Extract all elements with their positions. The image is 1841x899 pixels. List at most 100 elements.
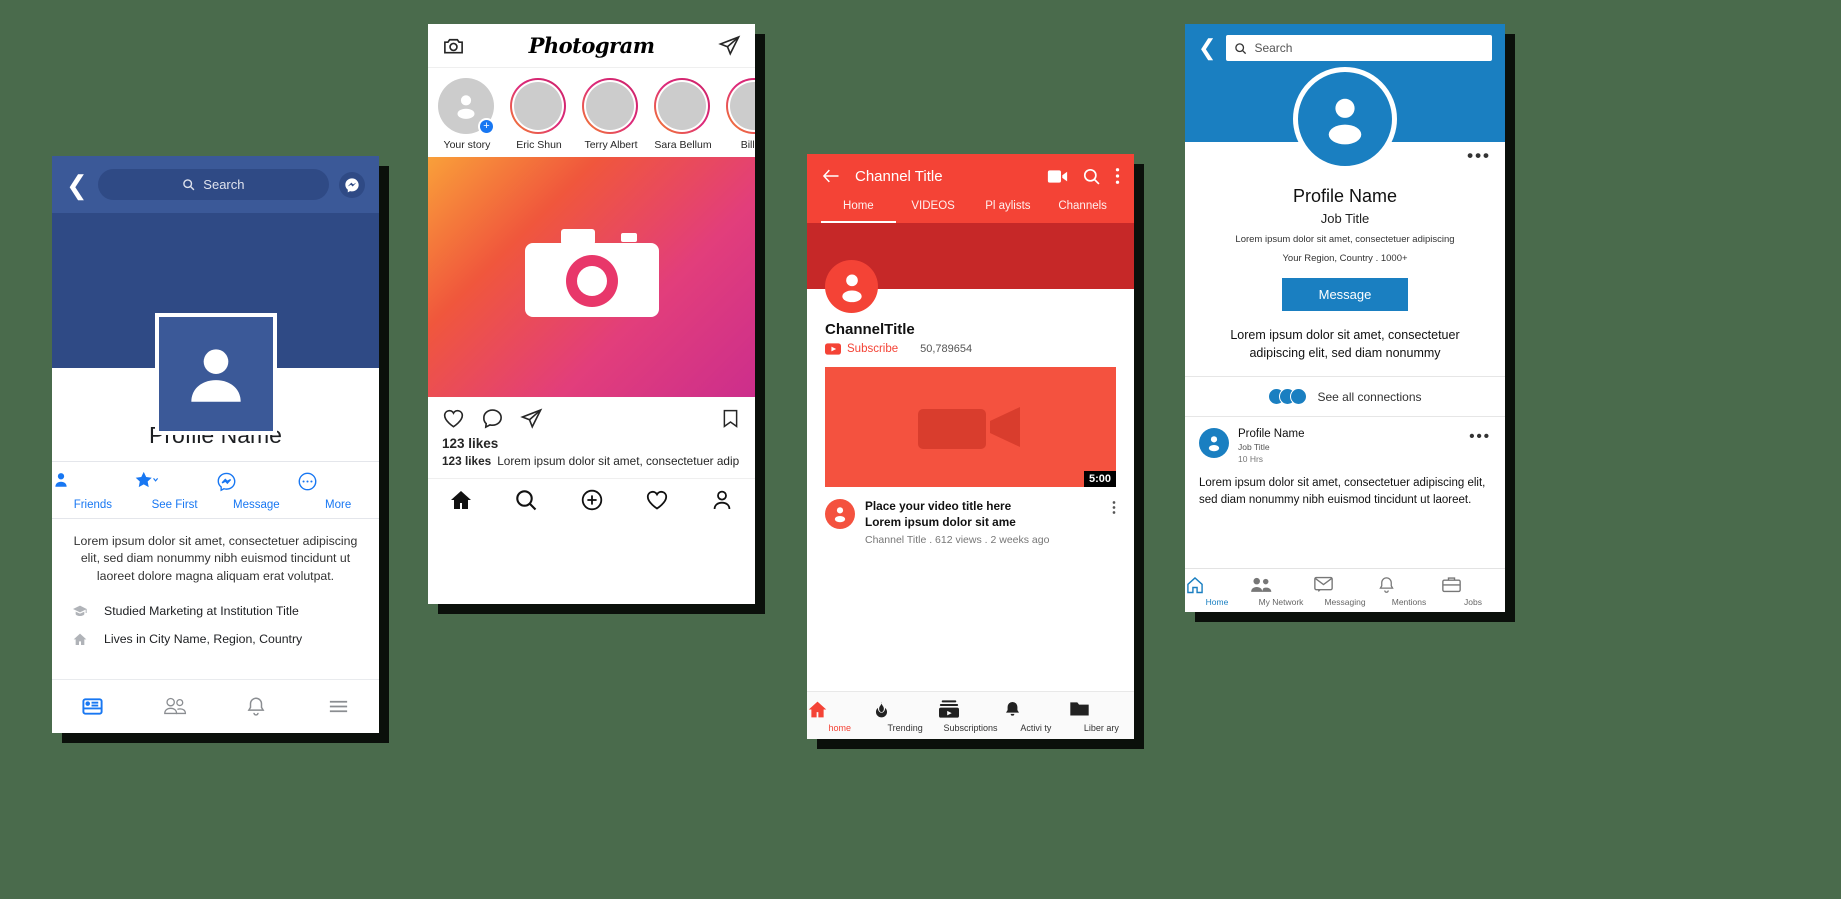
nav-item-home[interactable]: home [807, 699, 872, 733]
post-author-title: Job Title [1238, 442, 1270, 452]
back-icon[interactable]: ❮ [1198, 37, 1216, 59]
heart-icon[interactable] [442, 407, 465, 430]
message-button[interactable]: Message [1282, 278, 1408, 311]
page-title: Channel Title [855, 167, 943, 185]
nav-item-notifications[interactable] [216, 695, 298, 718]
video-meta: Channel Title . 612 views . 2 weeks ago [865, 534, 1050, 547]
nav-label: Activi ty [1020, 723, 1052, 733]
subscribe-row: Subscribe 50,789654 [825, 343, 1116, 355]
home-icon [73, 634, 87, 646]
paper-plane-icon[interactable] [520, 407, 543, 430]
bottom-navigation: home Trending Subscriptions Activi ty Li… [807, 691, 1134, 739]
tab-home[interactable]: Home [821, 200, 896, 223]
nav-item-library[interactable]: Liber ary [1069, 699, 1134, 733]
profile-actions: Friends See First Message More [52, 461, 379, 519]
profile-about: Lorem ipsum dolor sit amet, consectetuer… [1230, 328, 1460, 360]
search-input[interactable]: Search [97, 169, 329, 200]
subscribe-label: Subscribe [847, 343, 899, 355]
avatar [514, 82, 562, 130]
paper-plane-icon[interactable] [718, 34, 741, 57]
nav-item-newsfeed[interactable] [52, 695, 134, 718]
action-see-first[interactable]: See First [134, 471, 216, 511]
nav-label: Home [1205, 597, 1229, 607]
action-friends[interactable]: Friends [52, 471, 134, 511]
profile-description: Lorem ipsum dolor sit amet, consectetuer… [1235, 234, 1455, 245]
video-title-line1: Place your video title here [865, 499, 1012, 513]
tab-videos[interactable]: VIDEOS [896, 200, 971, 223]
youtube-channel-mockup: Channel Title Home VIDEOS Pl aylists Cha… [807, 154, 1134, 739]
back-icon[interactable]: ❮ [66, 172, 88, 198]
nav-item-my-network[interactable]: My Network [1249, 575, 1313, 607]
nav-item-activity[interactable]: Activi ty [1003, 699, 1068, 733]
nav-item-search[interactable] [493, 488, 558, 512]
story-ring [510, 78, 566, 134]
camera-icon[interactable] [442, 34, 465, 57]
nav-item-activity[interactable] [624, 488, 689, 512]
story-your-story[interactable]: + Your story [438, 78, 496, 151]
home-icon [450, 491, 471, 509]
nav-item-friends[interactable] [134, 695, 216, 718]
search-icon[interactable] [1082, 167, 1101, 186]
avatar [730, 82, 755, 130]
nav-item-mentions[interactable]: Mentions [1377, 575, 1441, 607]
heart-icon [646, 490, 668, 510]
nav-item-subscriptions[interactable]: Subscriptions [938, 699, 1003, 733]
bookmark-icon[interactable] [720, 407, 741, 430]
arrow-left-icon[interactable] [821, 166, 841, 186]
story-ring [654, 78, 710, 134]
avatar[interactable] [825, 260, 878, 313]
profile-menu-icon[interactable]: ••• [1467, 146, 1491, 166]
story-terry-albert[interactable]: Terry Albert [582, 78, 640, 151]
story-eric-shun[interactable]: Eric Shun [510, 78, 568, 151]
camera-photo-icon [524, 229, 659, 317]
youtube-header: Channel Title Home VIDEOS Pl aylists Cha… [807, 154, 1134, 223]
network-icon [1249, 575, 1313, 596]
add-story-icon[interactable]: + [478, 118, 495, 135]
search-input[interactable]: Search [1226, 35, 1492, 61]
avatar [658, 82, 706, 130]
video-camera-icon[interactable] [1047, 168, 1068, 185]
connections-row[interactable]: See all connections [1185, 376, 1505, 417]
action-label: More [325, 499, 352, 511]
nav-item-home[interactable] [428, 488, 493, 512]
comment-icon[interactable] [481, 407, 504, 430]
person-avatar-icon [457, 95, 475, 119]
story-sara-bellum[interactable]: Sara Bellum [654, 78, 712, 151]
nav-item-jobs[interactable]: Jobs [1441, 575, 1505, 607]
nav-item-messaging[interactable]: Messaging [1313, 575, 1377, 607]
action-more[interactable]: More [297, 471, 379, 511]
avatar[interactable] [1199, 428, 1229, 458]
avatar[interactable] [154, 313, 277, 435]
nav-item-add[interactable] [559, 488, 624, 512]
subscribe-button[interactable]: Subscribe [825, 343, 898, 355]
tab-playlists[interactable]: Pl aylists [971, 200, 1046, 223]
briefcase-icon [1441, 575, 1505, 596]
bell-icon [1377, 575, 1441, 596]
nav-item-menu[interactable] [297, 695, 379, 718]
post-image[interactable] [428, 157, 755, 397]
ellipsis-circle-icon [297, 471, 379, 495]
nav-item-home[interactable]: Home [1185, 575, 1249, 607]
page-title: Profile Name [1292, 186, 1398, 206]
cover-photo [52, 213, 379, 435]
messenger-icon[interactable] [339, 171, 365, 198]
action-message[interactable]: Message [216, 471, 298, 511]
kebab-menu-icon[interactable] [1112, 499, 1116, 516]
nav-label: Messaging [1324, 597, 1366, 607]
friends-icon [163, 697, 186, 715]
caption-username: 123 likes [442, 454, 492, 468]
action-label: Friends [73, 499, 113, 511]
story-bill-ye[interactable]: Bill Ye [726, 78, 755, 151]
post-menu-icon[interactable]: ••• [1469, 428, 1491, 445]
tab-channels[interactable]: Channels [1045, 200, 1120, 223]
story-label: Bill Ye [740, 139, 755, 151]
avatar[interactable] [1293, 67, 1397, 171]
channel-name: ChannelTitle [825, 321, 915, 338]
nav-item-profile[interactable] [690, 488, 755, 512]
stories-row[interactable]: + Your story Eric Shun Terry Albert Sara… [428, 68, 755, 157]
nav-item-trending[interactable]: Trending [872, 699, 937, 733]
plus-circle-icon [581, 489, 602, 511]
video-list-item[interactable]: Place your video title here Lorem ipsum … [807, 487, 1134, 546]
video-thumbnail[interactable]: 5:00 [825, 367, 1116, 487]
kebab-menu-icon[interactable] [1115, 166, 1120, 186]
